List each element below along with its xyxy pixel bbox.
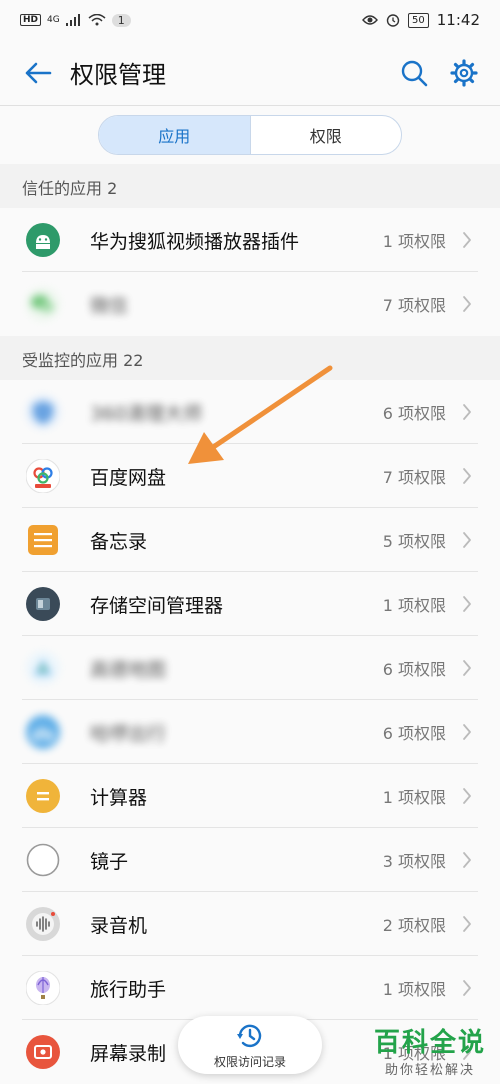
recorder-icon bbox=[26, 907, 60, 941]
chevron-right-icon bbox=[460, 979, 474, 997]
app-name: 高德地图 bbox=[90, 658, 167, 681]
app-row[interactable]: 备忘录 5 项权限 bbox=[0, 508, 500, 572]
permission-count: 5 项权限 bbox=[382, 532, 446, 551]
chevron-right-icon bbox=[460, 723, 474, 741]
bike-icon bbox=[26, 715, 60, 749]
app-name: 镜子 bbox=[90, 850, 129, 873]
tab-apps[interactable]: 应用 bbox=[99, 116, 251, 154]
back-arrow-icon bbox=[25, 62, 52, 83]
app-row[interactable]: 哈啰出行 6 项权限 bbox=[0, 700, 500, 764]
permission-count: 7 项权限 bbox=[382, 296, 446, 315]
app-row[interactable]: 360清理大师 6 项权限 bbox=[0, 380, 500, 444]
permission-count: 1 项权限 bbox=[382, 596, 446, 615]
status-right: 50 11:42 bbox=[362, 11, 480, 29]
monitored-section-header: 受监控的应用 22 bbox=[0, 338, 500, 380]
permission-count: 1 项权限 bbox=[382, 788, 446, 807]
permission-count: 6 项权限 bbox=[382, 660, 446, 679]
permission-count: 6 项权限 bbox=[382, 404, 446, 423]
settings-button[interactable] bbox=[446, 55, 482, 91]
clock-history-icon bbox=[237, 1024, 262, 1047]
status-bar: HD 4G 1 50 11:42 bbox=[0, 0, 500, 40]
back-button[interactable] bbox=[18, 53, 58, 93]
app-row[interactable]: 计算器 1 项权限 bbox=[0, 764, 500, 828]
app-name: 录音机 bbox=[90, 914, 148, 937]
app-bar: 权限管理 bbox=[0, 40, 500, 106]
segment-control: 应用 权限 bbox=[98, 115, 402, 155]
app-row[interactable]: 百度网盘 7 项权限 bbox=[0, 444, 500, 508]
page-title: 权限管理 bbox=[70, 61, 166, 89]
permission-count: 1 项权限 bbox=[382, 980, 446, 999]
chevron-right-icon bbox=[460, 915, 474, 933]
battery-indicator: 50 bbox=[408, 12, 429, 28]
alarm-icon bbox=[386, 14, 400, 27]
mirror-icon bbox=[26, 843, 60, 877]
notes-icon bbox=[26, 523, 60, 557]
permission-count: 1 项权限 bbox=[382, 232, 446, 251]
hd-icon: HD bbox=[20, 14, 42, 26]
permission-access-log-button[interactable]: 权限访问记录 bbox=[178, 1016, 322, 1074]
app-name: 百度网盘 bbox=[90, 466, 167, 489]
permission-count: 6 项权限 bbox=[382, 724, 446, 743]
app-name: 哈啰出行 bbox=[90, 722, 167, 745]
fab-label: 权限访问记录 bbox=[213, 1054, 286, 1069]
search-button[interactable] bbox=[396, 55, 432, 91]
chevron-right-icon bbox=[460, 231, 474, 249]
app-row[interactable]: 旅行助手 1 项权限 bbox=[0, 956, 500, 1020]
app-row[interactable]: 录音机 2 项权限 bbox=[0, 892, 500, 956]
android-icon bbox=[26, 223, 60, 257]
wifi-icon bbox=[88, 14, 106, 26]
notification-badge: 1 bbox=[111, 13, 131, 27]
chevron-right-icon bbox=[460, 531, 474, 549]
app-row[interactable]: 微信 7 项权限 bbox=[0, 272, 500, 336]
watermark-main: 百科全说 bbox=[373, 1028, 486, 1058]
permission-count: 3 项权限 bbox=[382, 852, 446, 871]
storage-icon bbox=[26, 587, 60, 621]
trusted-section-header: 信任的应用 2 bbox=[0, 166, 500, 208]
tab-permissions[interactable]: 权限 bbox=[251, 116, 402, 154]
chevron-right-icon bbox=[460, 595, 474, 613]
app-bar-actions bbox=[396, 55, 482, 91]
app-name: 旅行助手 bbox=[90, 978, 167, 1001]
chevron-right-icon bbox=[460, 467, 474, 485]
balloon-icon bbox=[26, 971, 60, 1005]
screen-record-icon bbox=[26, 1035, 60, 1069]
app-name: 微信 bbox=[90, 294, 129, 317]
chevron-right-icon bbox=[460, 851, 474, 869]
app-row[interactable]: 华为搜狐视频播放器插件 1 项权限 bbox=[0, 208, 500, 272]
watermark-sub: 助你轻松解决 bbox=[384, 1063, 475, 1078]
app-name: 计算器 bbox=[90, 786, 148, 809]
chevron-right-icon bbox=[460, 787, 474, 805]
app-row[interactable]: 高德地图 6 项权限 bbox=[0, 636, 500, 700]
gear-icon bbox=[450, 58, 478, 87]
monitored-app-list: 360清理大师 6 项权限 百度网盘 7 项权限 备忘录 5 项权限 存储空间管理器 1 项权… bbox=[0, 380, 500, 1084]
search-icon bbox=[401, 60, 428, 86]
app-row[interactable]: 镜子 3 项权限 bbox=[0, 828, 500, 892]
app-name: 360清理大师 bbox=[90, 402, 203, 425]
app-name: 备忘录 bbox=[90, 530, 148, 553]
permission-count: 7 项权限 bbox=[382, 468, 446, 487]
permission-count: 2 项权限 bbox=[382, 916, 446, 935]
watermark: 百科全说 助你轻松解决 bbox=[374, 1022, 486, 1078]
cloud-icon bbox=[26, 459, 60, 493]
app-name: 屏幕录制 bbox=[90, 1042, 167, 1065]
network-label: 4G bbox=[47, 15, 60, 25]
chevron-right-icon bbox=[460, 659, 474, 677]
app-name: 华为搜狐视频播放器插件 bbox=[90, 230, 300, 253]
chevron-right-icon bbox=[460, 403, 474, 421]
status-left: HD 4G 1 bbox=[20, 13, 131, 27]
wechat-icon bbox=[26, 287, 60, 321]
trusted-app-list: 华为搜狐视频播放器插件 1 项权限微信 7 项权限 bbox=[0, 208, 500, 336]
chevron-right-icon bbox=[460, 295, 474, 313]
app-row[interactable]: 存储空间管理器 1 项权限 bbox=[0, 572, 500, 636]
eye-icon bbox=[362, 15, 378, 25]
app-name: 存储空间管理器 bbox=[90, 594, 224, 617]
status-time: 11:42 bbox=[436, 11, 480, 29]
signal-icon bbox=[65, 14, 80, 26]
calculator-icon bbox=[26, 779, 60, 813]
segment-container: 应用 权限 bbox=[0, 106, 500, 164]
map-icon bbox=[26, 651, 60, 685]
shield-icon bbox=[26, 395, 60, 429]
